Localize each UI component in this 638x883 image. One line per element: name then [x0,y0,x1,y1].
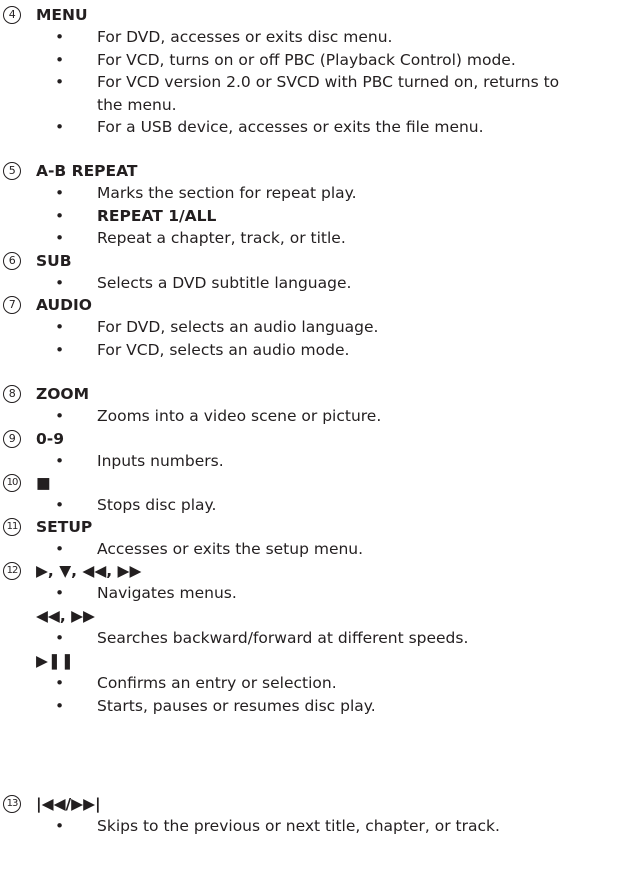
bullet: • [55,50,65,69]
item-title: SETUP [36,518,93,536]
bullet: • [55,229,65,247]
item-title: AUDIO [36,296,92,314]
item-title: MENU [36,6,88,24]
description-line: Selects a DVD subtitle language. [97,274,352,292]
sub-heading: ◀◀, ▶▶ [36,606,95,625]
bullet: • [55,340,65,359]
description-line: Zooms into a video scene or picture. [97,407,382,425]
description-line: Inputs numbers. [97,452,224,470]
description-line: Starts, pauses or resumes disc play. [97,696,376,715]
item-number-badge: 8 [3,385,21,403]
bullet: • [55,496,65,514]
description-line: For a USB device, accesses or exits the … [97,118,484,136]
description-line: Accesses or exits the setup menu. [97,540,364,558]
item-title: ZOOM [36,385,90,403]
item-number-badge: 12 [3,562,21,580]
item-number-badge: 9 [3,430,21,448]
bullet: • [55,407,65,425]
item-number-badge: 13 [3,795,21,813]
item-number-badge: 4 [3,6,21,24]
bullet: • [55,206,65,225]
description-line: the menu. [97,95,177,114]
description-line: Repeat a chapter, track, or title. [97,229,346,247]
item-number-badge: 7 [3,296,21,314]
description-line: Marks the section for repeat play. [97,184,357,202]
item-number-badge: 6 [3,252,21,270]
bullet: • [55,118,65,136]
description-line: For VCD, selects an audio mode. [97,340,350,359]
bullet: • [55,318,65,336]
bullet: • [55,584,65,602]
sub-heading: ▶❚❚ [36,651,74,670]
description-line: For DVD, selects an audio language. [97,318,379,336]
description-line: Searches backward/forward at different s… [97,629,469,647]
description-line: For DVD, accesses or exits disc menu. [97,28,393,46]
description-line: For VCD version 2.0 or SVCD with PBC tur… [97,73,560,91]
bullet: • [55,274,65,292]
bullet: • [55,629,65,647]
bullet: • [55,73,65,91]
bullet: • [55,674,65,692]
item-title: |◀◀/▶▶| [36,795,101,813]
description-line: Navigates menus. [97,584,237,602]
bullet: • [55,28,65,46]
bullet: • [55,184,65,202]
description-line: REPEAT 1/ALL [97,206,217,225]
item-title: A-B REPEAT [36,162,138,180]
item-number-badge: 5 [3,162,21,180]
item-number-badge: 10 [3,474,21,492]
manual-page: { "items": [ {"num":"4","title":"MENU","… [0,0,638,883]
bullet: • [55,696,65,715]
bullet: • [55,452,65,470]
bullet: • [55,540,65,558]
item-number-badge: 11 [3,518,21,536]
description-line: Stops disc play. [97,496,217,514]
bullet: • [55,817,65,835]
item-title: 0-9 [36,430,65,448]
description-line: Skips to the previous or next title, cha… [97,817,500,835]
item-title: ▶, ▼, ◀◀, ▶▶ [36,562,142,580]
item-title: SUB [36,252,72,270]
description-line: Confirms an entry or selection. [97,674,337,692]
item-title: ■ [36,474,51,492]
description-line: For VCD, turns on or off PBC (Playback C… [97,50,516,69]
